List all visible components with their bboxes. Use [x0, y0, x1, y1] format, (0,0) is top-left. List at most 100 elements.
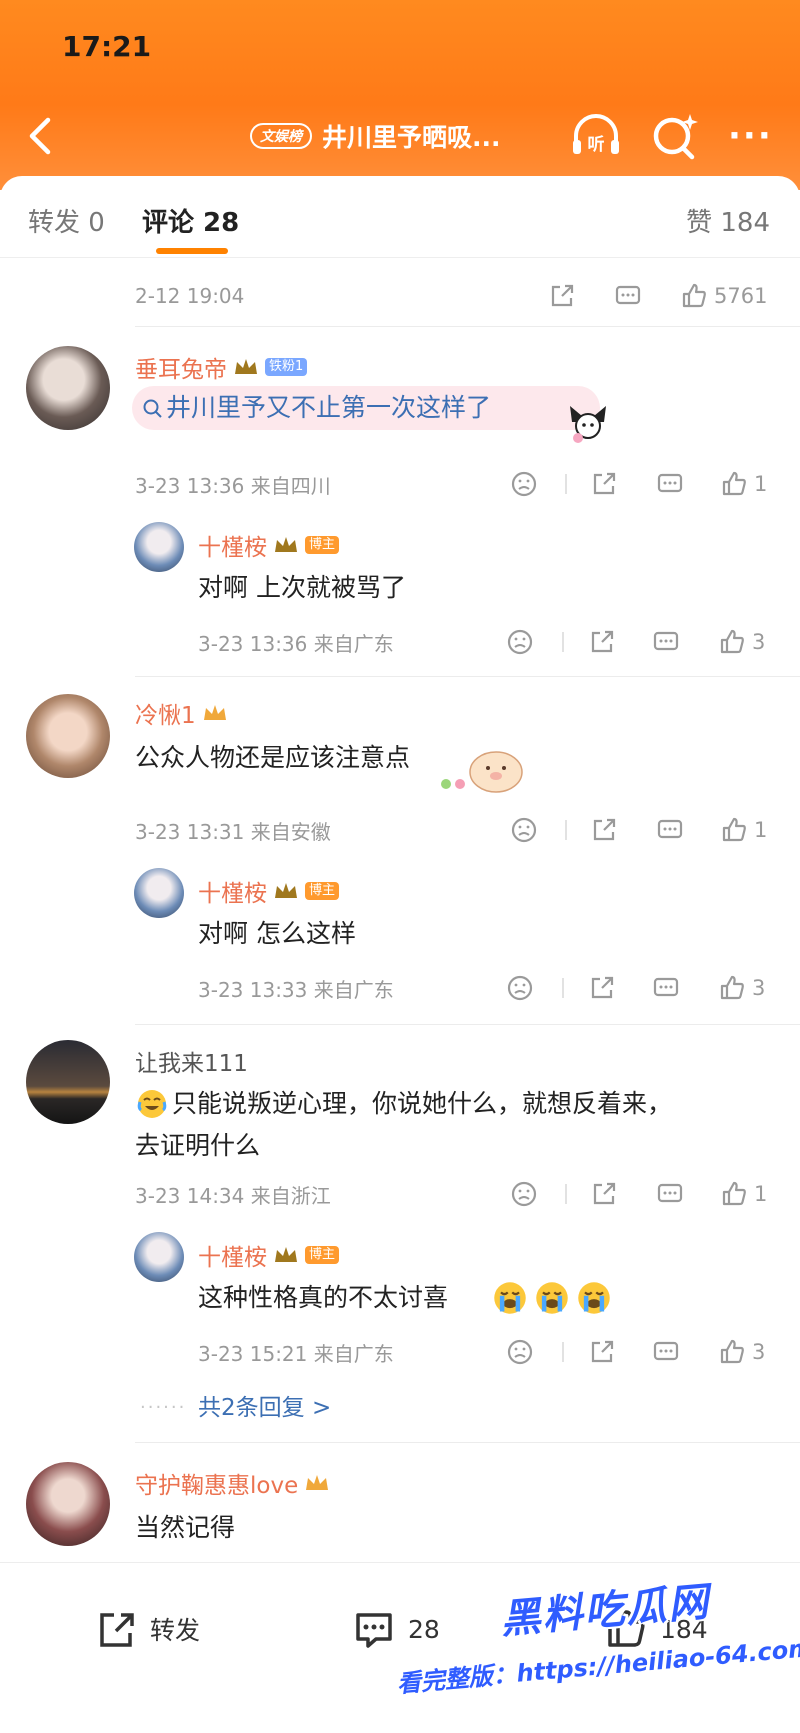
- avatar[interactable]: [134, 1232, 184, 1282]
- comment-username[interactable]: 冷愀1: [135, 696, 228, 730]
- like-button[interactable]: 3: [718, 624, 765, 660]
- comment-icon: [657, 819, 683, 839]
- header-bar: 17:21 文娱榜 井川里予晒吸... 听 ···: [0, 0, 800, 190]
- like-button[interactable]: 1: [720, 466, 767, 502]
- crying-emoji-icon: [578, 1282, 610, 1314]
- divider: [565, 1184, 567, 1204]
- tab-like[interactable]: 赞 184: [686, 202, 770, 239]
- share-icon: [593, 472, 616, 495]
- reply-button[interactable]: [652, 970, 680, 1006]
- crying-emoji-icon: [536, 1282, 568, 1314]
- crying-emoji-icon: [494, 1282, 526, 1314]
- crown-icon: [275, 537, 297, 552]
- like-button[interactable]: 3: [718, 970, 765, 1006]
- crown-icon: [203, 705, 226, 720]
- avatar[interactable]: [26, 1040, 110, 1124]
- sad-face-icon: [507, 1339, 533, 1365]
- share-icon: [100, 1613, 134, 1647]
- divider: [135, 326, 800, 327]
- comment-icon: [356, 1613, 392, 1648]
- avatar[interactable]: [26, 694, 110, 778]
- comment-username[interactable]: 守护鞠惠惠love: [135, 1466, 330, 1500]
- listen-label: 听: [588, 134, 605, 155]
- dislike-button[interactable]: [510, 1176, 538, 1212]
- comment-icon: [653, 631, 679, 651]
- share-button[interactable]: [590, 1176, 618, 1212]
- comment-icon: [653, 1341, 679, 1361]
- reply-username[interactable]: 十槿桉 博主: [198, 1238, 340, 1272]
- reply-button[interactable]: [652, 624, 680, 660]
- reply-button[interactable]: [656, 1176, 684, 1212]
- comment-icon: [657, 473, 683, 493]
- share-button[interactable]: [548, 278, 576, 314]
- comment-actions: 5761: [0, 278, 800, 314]
- username-text: 十槿桉: [198, 535, 267, 561]
- comment-actions: 1: [0, 466, 800, 502]
- thumbs-up-icon: [722, 817, 746, 842]
- thumbs-up-icon: [722, 1181, 746, 1206]
- thumbs-up-icon: [720, 1339, 744, 1364]
- kuromi-sticker-icon: [570, 406, 606, 443]
- back-button[interactable]: [18, 112, 62, 160]
- fan-badge: 铁粉1: [265, 358, 308, 376]
- reply-actions: 3: [0, 1334, 800, 1370]
- share-button[interactable]: [590, 466, 618, 502]
- page-title[interactable]: 井川里予晒吸...: [322, 118, 501, 154]
- dislike-button[interactable]: [506, 970, 534, 1006]
- like-button[interactable]: 1: [720, 1176, 767, 1212]
- sad-face-icon: [511, 817, 537, 843]
- like-button[interactable]: 3: [718, 1334, 765, 1370]
- sad-face-icon: [511, 471, 537, 497]
- comment-button[interactable]: 28: [352, 1607, 440, 1651]
- search-button[interactable]: [650, 110, 702, 162]
- reply-username[interactable]: 十槿桉 博主: [198, 874, 340, 908]
- tab-repost[interactable]: 转发 0: [28, 202, 105, 239]
- like-count: 3: [752, 1340, 766, 1364]
- divider: [565, 820, 567, 840]
- sad-face-icon: [507, 629, 533, 655]
- reply-actions: 3: [0, 624, 800, 660]
- dislike-button[interactable]: [510, 466, 538, 502]
- listen-button[interactable]: 听: [568, 108, 624, 164]
- like-button[interactable]: 1: [720, 812, 767, 848]
- avatar[interactable]: [134, 868, 184, 918]
- username-text: 冷愀1: [135, 703, 196, 729]
- dislike-button[interactable]: [510, 812, 538, 848]
- divider: [565, 474, 567, 494]
- repost-button[interactable]: 转发: [94, 1607, 200, 1651]
- like-count: 3: [752, 630, 766, 654]
- reply-button[interactable]: [614, 278, 642, 314]
- tab-bar: 转发 0 评论 28 赞 184: [0, 176, 800, 258]
- avatar[interactable]: [26, 1462, 110, 1546]
- author-badge: 博主: [305, 1246, 340, 1264]
- share-button[interactable]: [588, 624, 616, 660]
- view-more-replies-link[interactable]: 共2条回复 >: [198, 1388, 331, 1422]
- reply-text: 对啊 怎么这样: [198, 919, 356, 948]
- username-text: 十槿桉: [198, 881, 267, 907]
- like-button[interactable]: 5761: [680, 278, 767, 314]
- reply-username[interactable]: 十槿桉 博主: [198, 528, 340, 562]
- reply-button[interactable]: [656, 812, 684, 848]
- share-button[interactable]: [588, 970, 616, 1006]
- crying-laugh-emoji-icon: [137, 1090, 167, 1118]
- nav-bar: 文娱榜 井川里予晒吸... 听 ···: [0, 108, 800, 164]
- share-button[interactable]: [590, 812, 618, 848]
- dislike-button[interactable]: [506, 1334, 534, 1370]
- share-button[interactable]: [588, 1334, 616, 1370]
- search-icon: [653, 114, 698, 160]
- reply-button[interactable]: [656, 466, 684, 502]
- more-icon[interactable]: ···: [728, 119, 778, 153]
- comment-icon: [653, 977, 679, 997]
- tab-comment[interactable]: 评论 28: [142, 202, 239, 239]
- dislike-button[interactable]: [506, 624, 534, 660]
- share-icon: [591, 976, 614, 999]
- reply-button[interactable]: [652, 1334, 680, 1370]
- reply-text: 这种性格真的不太讨喜: [198, 1283, 449, 1312]
- avatar[interactable]: [26, 346, 110, 430]
- comment-text: 井川里予又不止第一次这样了: [166, 393, 492, 422]
- avatar[interactable]: [134, 522, 184, 572]
- comment-icon: [657, 1183, 683, 1203]
- comment-text: 公众人物还是应该注意点: [135, 743, 411, 772]
- comment-username[interactable]: 垂耳兔帝 铁粉1: [135, 350, 308, 384]
- comment-username[interactable]: 让我来111: [135, 1044, 248, 1078]
